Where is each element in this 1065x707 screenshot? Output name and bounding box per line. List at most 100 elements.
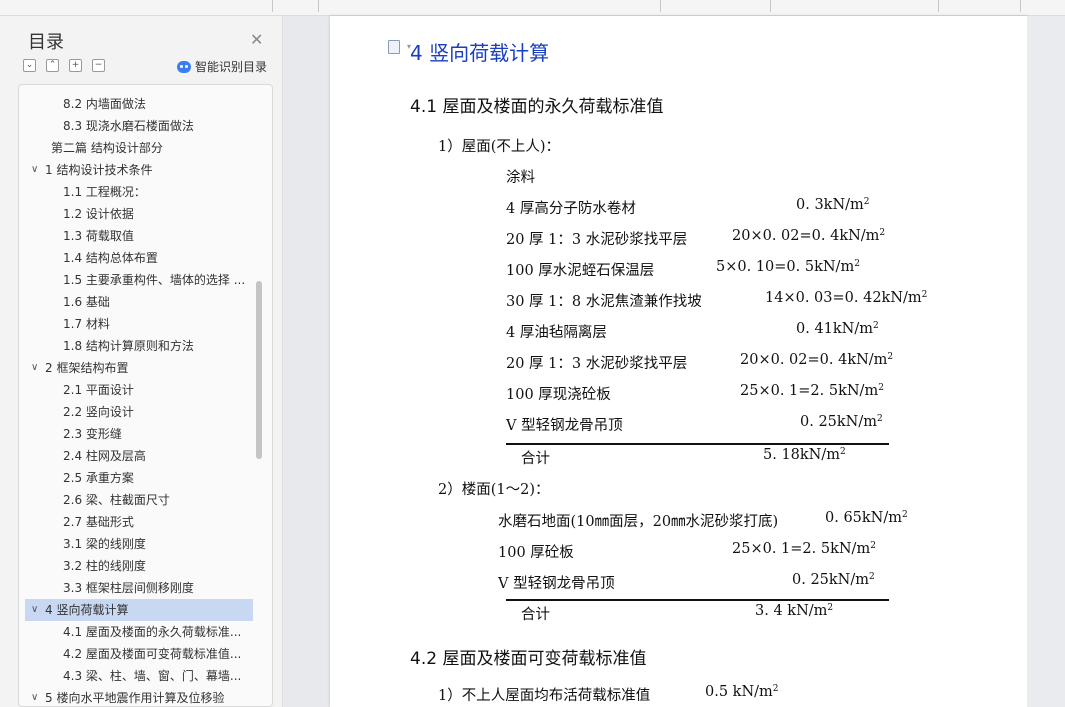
toc-item-label: 2.5 承重方案 [63, 471, 134, 485]
smart-toc-label: 智能识别目录 [195, 60, 268, 74]
load-item-value: 0. 65kN/m2 [825, 510, 908, 526]
ruler-tick [660, 0, 661, 12]
toc-item[interactable]: 2.2 竖向设计 [25, 401, 253, 423]
toc-scrollbar[interactable] [256, 281, 262, 459]
toc-item[interactable]: 3.1 梁的线刚度 [25, 533, 253, 555]
ruler-tick [272, 0, 273, 12]
toc-item[interactable]: 1.8 结构计算原则和方法 [25, 335, 253, 357]
load-item-value: 0. 3kN/m2 [796, 197, 870, 213]
toc-item[interactable]: ∨ 1 结构设计技术条件 [25, 159, 253, 181]
document-icon[interactable] [388, 40, 400, 54]
load-item-name: 4 厚高分子防水卷材 [506, 201, 636, 217]
toc-item-label: 1.6 基础 [63, 295, 110, 309]
toc-item-label: 8.2 内墙面做法 [63, 97, 146, 111]
minus-icon[interactable]: − [92, 59, 105, 72]
toc-item[interactable]: 第二篇 结构设计部分 [25, 137, 253, 159]
toc-item[interactable]: 8.2 内墙面做法 [25, 93, 253, 115]
toc-item[interactable]: 1.7 材料 [25, 313, 253, 335]
roof-total-value: 5. 18kN/m2 [763, 447, 846, 463]
toc-item[interactable]: 1.6 基础 [25, 291, 253, 313]
toc-item[interactable]: 2.1 平面设计 [25, 379, 253, 401]
expand-down-icon[interactable]: ⌄ [23, 59, 36, 72]
toc-item[interactable]: 8.3 现浇水磨石楼面做法 [25, 115, 253, 137]
toc-item[interactable]: 2.6 梁、柱截面尺寸 [25, 489, 253, 511]
load-item-name: 4 厚油毡隔离层 [506, 325, 607, 341]
load-item-value: 0. 25kN/m2 [800, 414, 883, 430]
load-item-name: V 型轻钢龙骨吊顶 [506, 418, 623, 434]
roof-total-rule [506, 443, 889, 445]
live-load-row: 1）不上人屋面均布活荷载标准值 [438, 688, 651, 704]
load-item-name: 100 厚水泥蛭石保温层 [506, 263, 655, 279]
load-item-name: 水磨石地面(10㎜面层，20㎜水泥砂浆打底) [498, 514, 779, 530]
chevron-down-icon[interactable]: ∨ [31, 599, 43, 621]
chevron-down-icon[interactable]: ∨ [31, 159, 43, 181]
toc-item-label: 2.7 基础形式 [63, 515, 134, 529]
toc-item[interactable]: 2.7 基础形式 [25, 511, 253, 533]
live-load-value: 0.5 kN/m2 [705, 684, 779, 700]
toc-item[interactable]: 3.3 框架柱层间侧移刚度 [25, 577, 253, 599]
plus-icon[interactable]: + [69, 59, 82, 72]
floor-heading: 2）楼面(1～2)： [438, 482, 550, 498]
toc-item-label: 2.4 柱网及层高 [63, 449, 146, 463]
load-item-name: 100 厚砼板 [498, 545, 574, 561]
load-item-value: 25×0. 1=2. 5kN/m2 [732, 541, 876, 557]
toc-item-label: 2.2 竖向设计 [63, 405, 134, 419]
toc-item-label: 4.1 屋面及楼面的永久荷载标准... [63, 625, 242, 639]
ruler-tick [770, 0, 771, 12]
toc-item-label: 1.7 材料 [63, 317, 110, 331]
toc-item[interactable]: 2.4 柱网及层高 [25, 445, 253, 467]
toc-item[interactable]: 1.1 工程概况： [25, 181, 253, 203]
toc-item[interactable]: 2.3 变形缝 [25, 423, 253, 445]
load-item-value: 14×0. 03=0. 42kN/m2 [765, 290, 928, 306]
toc-item[interactable]: 3.2 柱的线刚度 [25, 555, 253, 577]
load-item-value: 25×0. 1=2. 5kN/m2 [740, 383, 884, 399]
floor-total-value: 3. 4 kN/m2 [755, 603, 834, 619]
ruler-tick [938, 0, 939, 12]
toc-item-label: 1.2 设计依据 [63, 207, 134, 221]
close-icon[interactable]: ✕ [250, 30, 263, 49]
toc-item[interactable]: 1.3 荷载取值 [25, 225, 253, 247]
ruler-bar [0, 0, 1065, 16]
toc-item-label: 1.1 工程概况： [63, 185, 146, 199]
toc-item-label: 第二篇 结构设计部分 [51, 141, 163, 155]
collapse-up-icon[interactable]: ⌃ [46, 59, 59, 72]
chevron-down-icon[interactable]: ∨ [31, 357, 43, 379]
toc-item[interactable]: 1.5 主要承重构件、墙体的选择 ... [25, 269, 253, 291]
toc-item[interactable]: 2.5 承重方案 [25, 467, 253, 489]
toc-item-label: 1.4 结构总体布置 [63, 251, 158, 265]
toc-item-label: 8.3 现浇水磨石楼面做法 [63, 119, 194, 133]
roof-heading: 1）屋面(不上人)： [438, 139, 561, 155]
toc-item[interactable]: 1.2 设计依据 [25, 203, 253, 225]
toc-item-label: 1.8 结构计算原则和方法 [63, 339, 194, 353]
toc-item[interactable]: 1.4 结构总体布置 [25, 247, 253, 269]
toc-item[interactable]: ∨ 4 竖向荷载计算 [25, 599, 253, 621]
load-item-name: 涂料 [506, 170, 535, 186]
load-item-value: 5×0. 10=0. 5kN/m2 [716, 259, 860, 275]
ruler-tick [318, 0, 319, 12]
heading-4-2: 4.2 屋面及楼面可变荷载标准值 [410, 649, 647, 669]
load-item-name: 30 厚 1：8 水泥焦渣兼作找坡 [506, 294, 702, 310]
toc-item[interactable]: 4.2 屋面及楼面可变荷载标准值... [25, 643, 253, 665]
toc-title: 目录 [28, 32, 64, 53]
chevron-down-icon[interactable]: ∨ [31, 687, 43, 706]
heading-4: 4 竖向荷载计算 [410, 41, 550, 65]
floor-total-rule [506, 599, 889, 601]
toc-item[interactable]: ∨ 2 框架结构布置 [25, 357, 253, 379]
toc-item-label: 4.2 屋面及楼面可变荷载标准值... [63, 647, 242, 661]
toc-item[interactable]: 4.1 屋面及楼面的永久荷载标准... [25, 621, 253, 643]
toc-toolbar: ⌄ ⌃ + − [23, 59, 105, 72]
load-item-value: 0. 41kN/m2 [796, 321, 879, 337]
toc-item-label: 3.2 柱的线刚度 [63, 559, 146, 573]
load-item-value: 0. 25kN/m2 [792, 572, 875, 588]
smart-toc-button[interactable]: 智能识别目录 [177, 58, 267, 75]
toc-item-label: 4 竖向荷载计算 [45, 603, 129, 617]
document-scrollbar[interactable] [1027, 16, 1065, 707]
toc-item[interactable]: ∨ 5 楼向水平地震作用计算及位移验 [25, 687, 253, 706]
toc-item-label: 4.3 梁、柱、墙、窗、门、幕墙... [63, 669, 242, 683]
load-item-name: 100 厚现浇砼板 [506, 387, 611, 403]
toc-item-label: 2.6 梁、柱截面尺寸 [63, 493, 170, 507]
roof-total-label: 合计 [521, 451, 550, 467]
toc-item[interactable]: 4.3 梁、柱、墙、窗、门、幕墙... [25, 665, 253, 687]
toc-item-label: 5 楼向水平地震作用计算及位移验 [45, 691, 225, 705]
load-item-name: 20 厚 1：3 水泥砂浆找平层 [506, 232, 688, 248]
